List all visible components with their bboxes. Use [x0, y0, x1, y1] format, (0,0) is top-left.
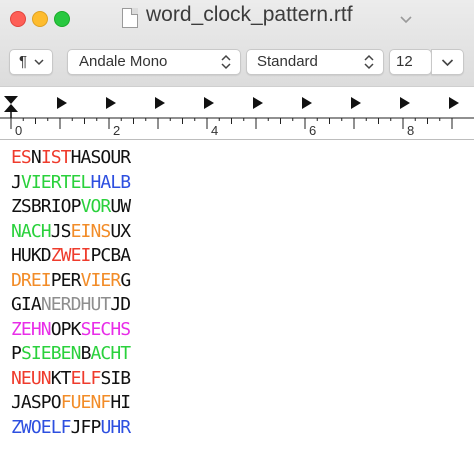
- text-segment: JASPO: [11, 392, 62, 413]
- document-icon: [122, 8, 138, 28]
- text-line: PSIEBENBACHT: [11, 342, 132, 367]
- text-segment: N: [30, 147, 42, 168]
- font-size-value: 12: [396, 53, 413, 70]
- tab-stop-icon: [57, 97, 67, 109]
- text-line: NEUNKTELFSIB: [11, 367, 131, 392]
- text-segment: VIERTEL: [20, 171, 91, 193]
- window-title[interactable]: word_clock_pattern.rtf: [146, 3, 353, 27]
- text-line: NACHJSEINSUX: [11, 220, 131, 245]
- minimize-window-button[interactable]: [32, 11, 48, 27]
- text-segment: HUKD: [11, 245, 52, 266]
- text-segment: UX: [110, 220, 131, 242]
- tab-stop-icon: [449, 97, 459, 109]
- ruler-graphic: 0 2 4 6 8: [0, 96, 474, 138]
- tab-stop-icon: [253, 97, 263, 109]
- title-chevron-down-icon[interactable]: [398, 11, 414, 24]
- font-family-value: Andale Mono: [79, 53, 168, 70]
- text-segment: SECHS: [80, 318, 132, 340]
- tab-stop-icon: [204, 97, 214, 109]
- word-clock-text: ESNISTHASOUR JVIERTELHALB ZSBRIOPVORUW NACH…: [11, 146, 132, 441]
- tab-stop-icon: [351, 97, 361, 109]
- ruler-label: 8: [407, 123, 414, 138]
- textedit-window: word_clock_pattern.rtf ¶ Andale Mono Sta…: [0, 0, 474, 465]
- text-line: JASPOFUENFHI: [11, 391, 131, 416]
- text-segment: B: [80, 343, 92, 364]
- text-segment: NACH: [11, 220, 52, 242]
- text-segment: G: [120, 269, 131, 291]
- text-segment: JS: [50, 220, 72, 242]
- chevron-down-icon: [441, 59, 454, 67]
- text-segment: ZWEI: [50, 245, 92, 266]
- text-line: JVIERTELHALB: [11, 171, 132, 196]
- ruler[interactable]: 0 2 4 6 8: [0, 86, 474, 140]
- updown-chevron-icon: [221, 54, 231, 70]
- tab-stop-icon: [106, 97, 116, 109]
- paragraph-style-button[interactable]: ¶: [9, 49, 53, 75]
- left-indent-icon: [4, 104, 18, 112]
- text-segment: JD: [110, 294, 131, 315]
- text-segment: HALB: [90, 171, 132, 193]
- text-segment: VOR: [80, 196, 112, 217]
- text-segment: JFP: [70, 416, 102, 438]
- text-segment: IST: [40, 147, 72, 168]
- ruler-label: 0: [15, 123, 22, 138]
- text-line: ZWOELFJFPUHR: [11, 416, 131, 441]
- text-line: GIANERDHUTJD: [11, 293, 131, 318]
- updown-chevron-icon: [364, 54, 374, 70]
- tab-stop-icon: [155, 97, 165, 109]
- zoom-window-button[interactable]: [54, 11, 70, 27]
- text-editor[interactable]: ESNISTHASOUR JVIERTELHALB ZSBRIOPVORUW NACH…: [0, 140, 474, 465]
- text-segment: ZEHN: [11, 318, 52, 340]
- text-segment: OPK: [50, 318, 82, 340]
- text-segment: EINS: [70, 220, 112, 242]
- text-segment: HI: [110, 392, 131, 413]
- close-window-button[interactable]: [10, 11, 26, 27]
- font-style-value: Standard: [257, 53, 318, 70]
- text-segment: VIER: [80, 269, 122, 291]
- text-segment: J: [11, 171, 22, 193]
- paragraph-icon: ¶: [19, 53, 28, 70]
- text-segment: UHR: [100, 416, 131, 438]
- text-line: ZEHNOPKSECHS: [11, 318, 132, 343]
- text-segment: PER: [50, 269, 82, 291]
- text-segment: FUENF: [60, 392, 112, 413]
- text-segment: SIEBEN: [20, 343, 82, 364]
- ruler-label: 2: [113, 123, 120, 138]
- ruler-label: 4: [211, 123, 218, 138]
- text-segment: HASOUR: [70, 147, 132, 168]
- paragraph-chevron-down-icon: [34, 59, 44, 66]
- text-segment: ES: [11, 147, 32, 168]
- tab-stop-icon: [302, 97, 312, 109]
- text-line: DREIPERVIERG: [11, 269, 131, 294]
- ruler-label: 6: [309, 123, 316, 138]
- first-line-indent-icon: [4, 96, 18, 104]
- text-segment: NEUN: [11, 367, 52, 389]
- text-line: HUKDZWEIPCBA: [11, 244, 132, 269]
- text-segment: ACHT: [90, 343, 132, 364]
- text-line: ZSBRIOPVORUW: [11, 195, 131, 220]
- font-family-select[interactable]: Andale Mono: [67, 49, 241, 75]
- font-size-input[interactable]: 12: [389, 49, 432, 75]
- text-segment: GIA: [11, 294, 42, 315]
- window-chrome: word_clock_pattern.rtf ¶ Andale Mono Sta…: [0, 0, 474, 86]
- text-segment: ZWOELF: [11, 416, 72, 438]
- text-segment: PCBA: [90, 245, 132, 266]
- font-style-select[interactable]: Standard: [246, 49, 384, 75]
- text-segment: NERDHUT: [40, 294, 111, 315]
- font-size-dropdown-button[interactable]: [431, 49, 464, 75]
- text-segment: DREI: [11, 269, 52, 291]
- text-segment: UW: [110, 196, 131, 217]
- text-segment: SIB: [100, 367, 131, 389]
- text-segment: KT: [50, 367, 72, 389]
- tab-stop-icon: [400, 97, 410, 109]
- text-segment: ZSBRIOP: [11, 196, 81, 217]
- text-segment: P: [11, 343, 22, 364]
- text-line: ESNISTHASOUR: [11, 146, 132, 171]
- text-segment: ELF: [70, 367, 102, 389]
